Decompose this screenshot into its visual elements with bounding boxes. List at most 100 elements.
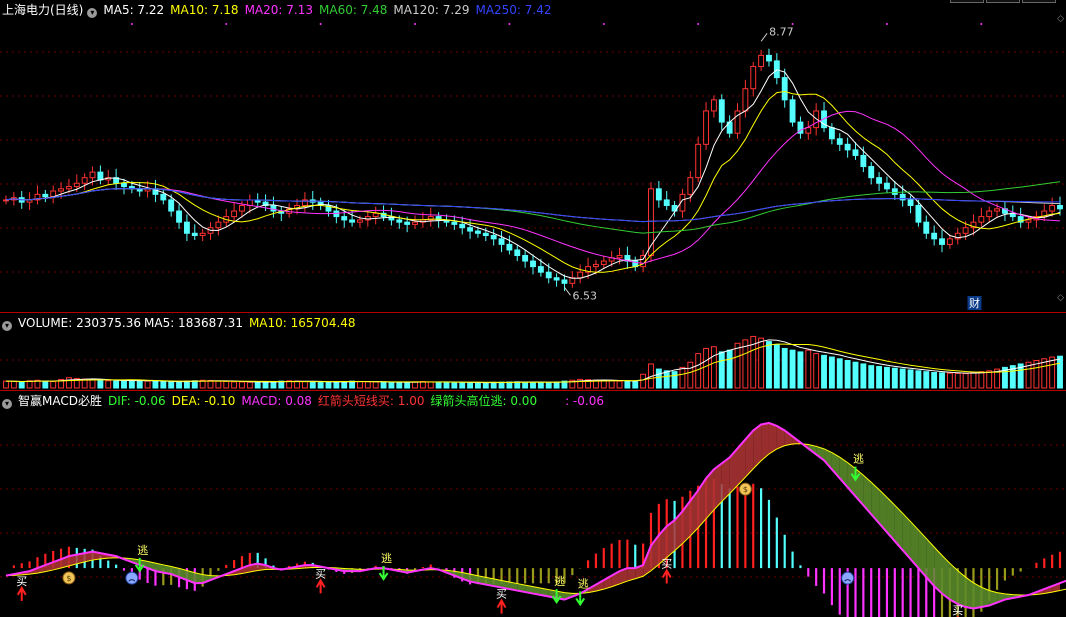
volume-bar-down <box>891 367 898 389</box>
volume-bar-up <box>239 381 245 389</box>
volume-legend-item: VOLUME: 230375.36 <box>18 316 141 330</box>
volume-bar-down <box>136 380 143 389</box>
candle-up <box>372 212 379 218</box>
event-dot <box>414 23 417 25</box>
volume-bar-down <box>435 381 442 389</box>
candle-down <box>561 279 568 284</box>
candle-up <box>616 255 623 259</box>
candle-down <box>939 238 945 245</box>
candle-up <box>978 216 985 223</box>
volume-bar-up <box>105 380 112 389</box>
candle-down <box>553 277 560 281</box>
settings-circle-icon[interactable]: ▾ <box>2 399 12 409</box>
candle-up <box>89 171 96 179</box>
macd-legend-item: 绿箭头高位逃: 0.00 <box>430 394 538 408</box>
volume-bar-down <box>475 382 481 389</box>
volume-bar-down <box>498 381 505 389</box>
expand-diamond-icon[interactable]: ◇ <box>1057 14 1064 24</box>
candle-down <box>868 166 875 179</box>
volume-bar-up <box>301 380 308 389</box>
sell-signal-label: 逃 <box>853 453 864 466</box>
volume-bar-down <box>655 368 662 389</box>
settings-circle-icon[interactable]: ▾ <box>2 321 12 331</box>
volume-bar-up <box>144 380 151 389</box>
volume-bar-down <box>915 370 922 389</box>
candle-up <box>742 88 749 112</box>
volume-bar-up <box>65 377 72 389</box>
candle-up <box>994 208 1001 212</box>
volume-bar-down <box>907 369 914 389</box>
candle-down <box>876 177 883 184</box>
volume-bar-down <box>317 381 324 389</box>
volume-bar-up <box>600 379 607 389</box>
candle-up <box>600 260 607 265</box>
macd-legend: ▾ 智赢MACD必胜 DIF: -0.06 DEA: -0.10 MACD: 0.08 红… <box>2 394 610 409</box>
candle-down <box>860 154 867 168</box>
volume-bar-up <box>695 353 702 389</box>
volume-bar-down <box>459 382 466 389</box>
candle-down <box>490 235 497 240</box>
volume-bar-down <box>262 381 269 389</box>
volume-bar-down <box>868 365 875 389</box>
event-dot <box>319 23 322 25</box>
candle-down <box>349 219 356 223</box>
sell-signal-label: 逃 <box>554 575 565 588</box>
settings-circle-icon[interactable]: ▾ <box>87 8 98 18</box>
candle-up <box>412 221 418 225</box>
volume-bar-down <box>333 381 340 389</box>
macd-legend-item: : -0.06 <box>565 394 604 408</box>
volume-bar-down <box>923 371 930 389</box>
candle-down <box>396 219 403 223</box>
price-chart-panel[interactable]: 上海电力(日线) ▾ MA5: 7.22 MA10: 7.18 MA20: 7.13 MA… <box>0 0 1066 312</box>
candle-down <box>451 221 458 225</box>
candle-down <box>270 204 277 212</box>
volume-bar-up <box>294 380 300 389</box>
volume-bar-up <box>978 371 985 389</box>
volume-bar-down <box>113 380 120 389</box>
volume-bar-down <box>490 381 497 389</box>
event-dot <box>602 23 605 25</box>
ma-legend-item: MA120: 7.29 <box>393 3 470 17</box>
volume-bar-down <box>726 349 733 389</box>
expand-diamond-icon[interactable]: ◇ <box>1057 293 1064 303</box>
volume-bar-up <box>215 380 222 389</box>
macd-legend-item: DEA: -0.10 <box>171 394 236 408</box>
volume-bar-down <box>931 372 938 389</box>
event-dot <box>225 23 228 25</box>
volume-panel[interactable]: ▾ VOLUME: 230375.36 MA5: 183687.31 MA10: 16… <box>0 312 1066 391</box>
candle-up <box>750 65 757 90</box>
candle-down <box>467 227 474 232</box>
macd-chart[interactable]: 买买买买买逃逃逃 逃逃$$ <box>0 391 1066 617</box>
candle-down <box>1057 204 1063 210</box>
volume-bar-up <box>246 381 253 389</box>
volume-bar-up <box>412 381 418 389</box>
volume-bar-up <box>679 366 686 389</box>
candle-down <box>781 77 788 101</box>
volume-bar-down <box>844 360 851 389</box>
event-dot <box>885 23 888 25</box>
volume-bar-up <box>608 380 615 389</box>
candle-up <box>946 238 953 245</box>
candle-down <box>42 193 49 198</box>
volume-bar-down <box>380 381 387 389</box>
candle-down <box>789 99 796 123</box>
volume-bar-down <box>168 381 175 389</box>
candle-up <box>687 177 694 195</box>
volume-legend-item: MA10: 165704.48 <box>248 316 356 330</box>
candle-up <box>710 99 717 112</box>
volume-bar-up <box>616 380 623 389</box>
volume-bar-down <box>183 380 190 389</box>
low-pointer <box>564 287 571 296</box>
candle-down <box>718 99 725 123</box>
macd-panel[interactable]: ▾ 智赢MACD必胜 DIF: -0.06 DEA: -0.10 MACD: 0.08 红… <box>0 390 1066 617</box>
volume-bar-down <box>128 379 135 389</box>
candlestick-chart[interactable]: 8.77 6.53 财 <box>0 0 1066 312</box>
macd-legend-item: 红箭头短线买: 1.00 <box>317 394 425 408</box>
macd-legend-item: DIF: -0.06 <box>107 394 166 408</box>
candle-down <box>836 138 843 145</box>
candle-up <box>58 188 64 192</box>
ma-legend-item: MA250: 7.42 <box>475 3 552 17</box>
candle-up <box>231 210 238 218</box>
volume-bar-up <box>89 379 96 389</box>
volume-bar-down <box>160 381 167 389</box>
